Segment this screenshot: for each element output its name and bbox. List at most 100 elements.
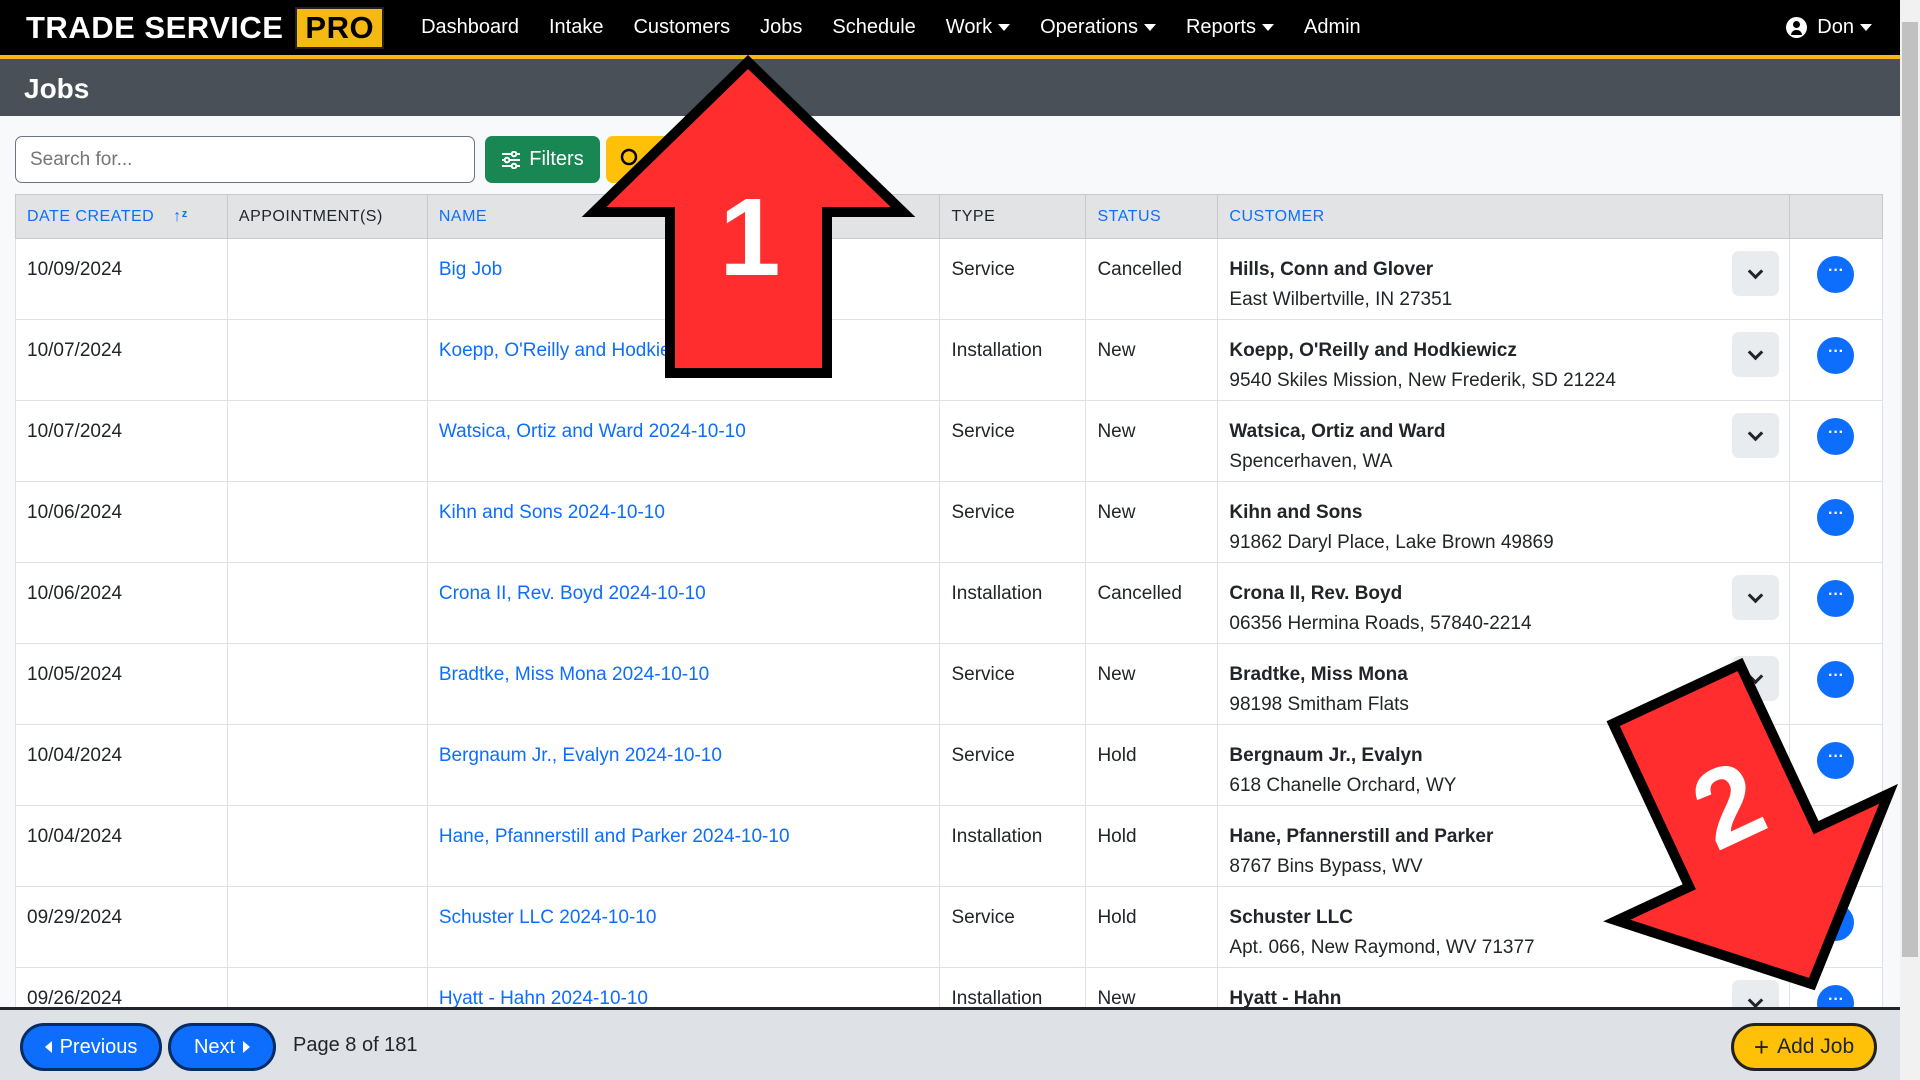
nav-schedule[interactable]: Schedule xyxy=(832,16,915,39)
more-actions-button[interactable]: ··· xyxy=(1817,823,1855,860)
caret-down-icon xyxy=(1261,24,1274,31)
search-button[interactable] xyxy=(606,136,726,183)
column-header-date-created[interactable]: DATE CREATED ↑ᶻ xyxy=(15,194,228,239)
column-label: STATUS xyxy=(1097,207,1162,225)
expand-toggle-button[interactable] xyxy=(1731,818,1779,863)
more-actions-button[interactable]: ··· xyxy=(1817,742,1855,779)
date-cell: 09/29/2024 xyxy=(15,886,228,968)
job-link[interactable]: Koepp, O'Reilly and Hodkiewicz 2024-10-1… xyxy=(439,340,810,361)
table-row: 10/09/2024 Big Job Service Cancelled Hil… xyxy=(15,238,1884,320)
customer-cell: Bradtke, Miss Mona 98198 Smitham Flats xyxy=(1217,643,1790,725)
customer-cell: Crona II, Rev. Boyd 06356 Hermina Roads, … xyxy=(1217,562,1790,644)
brand-logo[interactable]: TRADE SERVICE PRO xyxy=(26,6,385,49)
more-actions-button[interactable]: ··· xyxy=(1817,337,1855,374)
job-link[interactable]: Bergnaum Jr., Evalyn 2024-10-10 xyxy=(439,745,722,766)
customer-cell: Koepp, O'Reilly and Hodkiewicz 9540 Skile… xyxy=(1217,319,1790,401)
nav-label: Operations xyxy=(1040,16,1138,38)
customer-cell: Hane, Pfannerstill and Parker 8767 Bins B… xyxy=(1217,805,1790,887)
more-actions-button[interactable]: ··· xyxy=(1817,418,1855,455)
job-link[interactable]: Watsica, Ortiz and Ward 2024-10-10 xyxy=(439,421,746,442)
previous-button[interactable]: Previous xyxy=(20,1023,162,1071)
date-cell: 10/09/2024 xyxy=(15,238,228,320)
chevron-down-icon xyxy=(1747,830,1764,846)
customer-name: Hills, Conn and Glover xyxy=(1229,259,1434,280)
customer-cell: Schuster LLC Apt. 066, New Raymond, WV 71… xyxy=(1217,886,1790,968)
table-row: 10/07/2024 Watsica, Ortiz and Ward 2024-… xyxy=(15,400,1884,482)
date-cell: 10/06/2024 xyxy=(15,562,228,644)
customer-name: Koepp, O'Reilly and Hodkiewicz xyxy=(1229,340,1517,361)
chevron-down-icon xyxy=(1747,749,1764,765)
column-header-customer[interactable]: CUSTOMER xyxy=(1217,194,1790,239)
page-scrollbar[interactable] xyxy=(1900,0,1920,1080)
table-row: 09/29/2024 Schuster LLC 2024-10-10 Servi… xyxy=(15,886,1884,968)
nav-jobs[interactable]: Jobs xyxy=(760,16,802,39)
nav-label: Dashboard xyxy=(421,16,519,38)
more-actions-button[interactable]: ··· xyxy=(1817,499,1855,536)
nav-dashboard[interactable]: Dashboard xyxy=(421,16,519,39)
column-label: TYPE xyxy=(951,207,996,225)
expand-toggle-button[interactable] xyxy=(1731,413,1779,458)
more-actions-button[interactable]: ··· xyxy=(1817,256,1855,293)
type-cell: Service xyxy=(939,643,1087,725)
caret-down-icon xyxy=(1143,24,1156,31)
column-header-name[interactable]: NAME xyxy=(426,194,941,239)
more-actions-button[interactable]: ··· xyxy=(1817,904,1855,941)
customer-name: Bradtke, Miss Mona xyxy=(1229,664,1408,685)
appointments-cell xyxy=(226,724,428,806)
table-row: 10/06/2024 Crona II, Rev. Boyd 2024-10-1… xyxy=(15,562,1884,644)
scrollbar-thumb[interactable] xyxy=(1902,22,1918,957)
nav-admin[interactable]: Admin xyxy=(1304,16,1361,39)
add-job-button[interactable]: + Add Job xyxy=(1731,1023,1877,1071)
actions-cell: ··· xyxy=(1788,400,1884,482)
expand-toggle-button[interactable] xyxy=(1731,251,1779,296)
filters-button[interactable]: Filters xyxy=(485,136,600,183)
customer-cell: Kihn and Sons 91862 Daryl Place, Lake Bro… xyxy=(1217,481,1790,563)
brand-name: TRADE SERVICE xyxy=(26,9,284,45)
sort-asc-icon[interactable]: ↑ᶻ xyxy=(173,208,188,225)
actions-cell: ··· xyxy=(1788,238,1884,320)
expand-toggle-button[interactable] xyxy=(1731,656,1779,701)
more-actions-button[interactable]: ··· xyxy=(1817,661,1855,698)
nav-operations[interactable]: Operations xyxy=(1040,16,1156,39)
table-row: 10/04/2024 Bergnaum Jr., Evalyn 2024-10-… xyxy=(15,724,1884,806)
job-link[interactable]: Kihn and Sons 2024-10-10 xyxy=(439,502,665,523)
job-link[interactable]: Crona II, Rev. Boyd 2024-10-10 xyxy=(439,583,706,604)
actions-cell: ··· xyxy=(1788,643,1884,725)
customer-name: Schuster LLC xyxy=(1229,907,1353,928)
nav-label: Reports xyxy=(1185,16,1256,38)
actions-cell: ··· xyxy=(1788,724,1884,806)
status-cell: Cancelled xyxy=(1085,562,1219,644)
nav-intake[interactable]: Intake xyxy=(549,16,603,39)
search-input[interactable] xyxy=(15,136,475,183)
nav-label: Schedule xyxy=(832,16,916,38)
actions-cell: ··· xyxy=(1788,805,1884,887)
name-cell: Crona II, Rev. Boyd 2024-10-10 xyxy=(426,562,941,644)
expand-toggle-button[interactable] xyxy=(1731,737,1779,782)
nav-customers[interactable]: Customers xyxy=(633,16,730,39)
expand-toggle-button[interactable] xyxy=(1731,332,1779,377)
user-menu[interactable]: Don xyxy=(1786,16,1872,39)
chevron-down-icon xyxy=(1747,425,1764,441)
job-link[interactable]: Schuster LLC 2024-10-10 xyxy=(439,907,657,928)
chevron-down-icon xyxy=(1747,668,1764,684)
date-cell: 10/07/2024 xyxy=(15,319,228,401)
column-header-status[interactable]: STATUS xyxy=(1085,194,1219,239)
customer-name: Bergnaum Jr., Evalyn xyxy=(1229,745,1423,766)
job-link[interactable]: Bradtke, Miss Mona 2024-10-10 xyxy=(439,664,709,685)
job-link[interactable]: Hane, Pfannerstill and Parker 2024-10-10 xyxy=(439,826,790,847)
actions-cell: ··· xyxy=(1788,886,1884,968)
next-button[interactable]: Next xyxy=(168,1023,276,1071)
job-link[interactable]: Hyatt - Hahn 2024-10-10 xyxy=(439,988,648,1009)
nav-links: Dashboard Intake Customers Jobs Schedule Work… xyxy=(406,16,1376,39)
nav-reports[interactable]: Reports xyxy=(1186,16,1274,39)
expand-toggle-button[interactable] xyxy=(1731,575,1779,620)
expand-toggle-button[interactable] xyxy=(1731,899,1779,944)
appointments-cell xyxy=(226,238,428,320)
column-label: CUSTOMER xyxy=(1229,207,1325,225)
more-actions-button[interactable]: ··· xyxy=(1817,580,1855,617)
page-info: Page 8 of 181 xyxy=(293,1034,418,1056)
name-cell: Schuster LLC 2024-10-10 xyxy=(426,886,941,968)
nav-work[interactable]: Work xyxy=(946,16,1011,39)
job-link[interactable]: Big Job xyxy=(439,259,502,280)
name-cell: Watsica, Ortiz and Ward 2024-10-10 xyxy=(426,400,941,482)
